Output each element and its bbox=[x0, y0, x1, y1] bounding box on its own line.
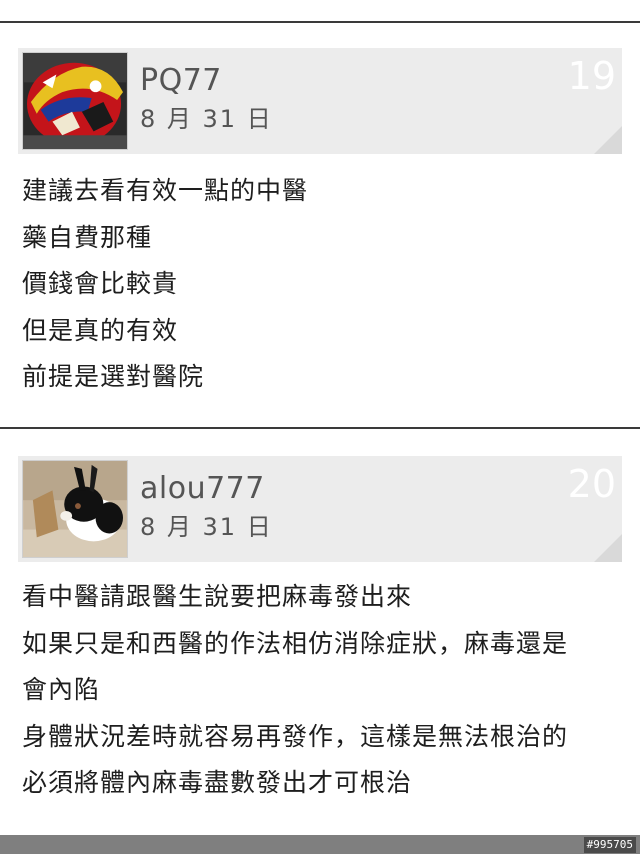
avatar[interactable] bbox=[22, 52, 128, 150]
username[interactable]: alou777 bbox=[140, 472, 265, 506]
post-line: 但是真的有效 bbox=[22, 315, 179, 345]
watermark-id: #995705 bbox=[583, 837, 636, 853]
post-header: alou777 8 月 31 日 20 bbox=[18, 456, 622, 562]
post-line: 如果只是和西醫的作法相仿消除症狀，麻毒還是 bbox=[22, 628, 569, 658]
post-line: 藥自費那種 bbox=[22, 222, 153, 252]
post-line: 看中醫請跟醫生說要把麻毒發出來 bbox=[22, 582, 413, 611]
floor-number: 19 bbox=[567, 54, 616, 98]
username[interactable]: PQ77 bbox=[140, 64, 222, 98]
post-line: 身體狀況差時就容易再發作，這樣是無法根治的 bbox=[22, 721, 569, 751]
bottom-bar bbox=[0, 835, 640, 854]
rabbit-photo-icon bbox=[23, 461, 127, 557]
post-line: 前提是選對醫院 bbox=[22, 362, 205, 391]
motorcycle-helmet-photo-icon bbox=[23, 53, 127, 149]
avatar[interactable] bbox=[22, 460, 128, 558]
post-header: PQ77 8 月 31 日 19 bbox=[18, 48, 622, 154]
post-body: 看中醫請跟醫生說要把麻毒發出來 如果只是和西醫的作法相仿消除症狀，麻毒還是 會內… bbox=[22, 574, 568, 807]
post-divider bbox=[0, 427, 640, 429]
post-body: 建議去看有效一點的中醫 藥自費那種 價錢會比較貴 但是真的有效 前提是選對醫院 bbox=[22, 168, 308, 401]
floor-number: 20 bbox=[567, 462, 616, 506]
post-date: 8 月 31 日 bbox=[140, 513, 273, 541]
post-line: 建議去看有效一點的中醫 bbox=[22, 176, 309, 205]
post-line: 會內陷 bbox=[22, 675, 101, 704]
top-divider bbox=[0, 21, 640, 23]
post-date: 8 月 31 日 bbox=[140, 105, 273, 133]
post-line: 必須將體內麻毒盡數發出才可根治 bbox=[22, 768, 413, 797]
post-line: 價錢會比較貴 bbox=[22, 269, 179, 298]
